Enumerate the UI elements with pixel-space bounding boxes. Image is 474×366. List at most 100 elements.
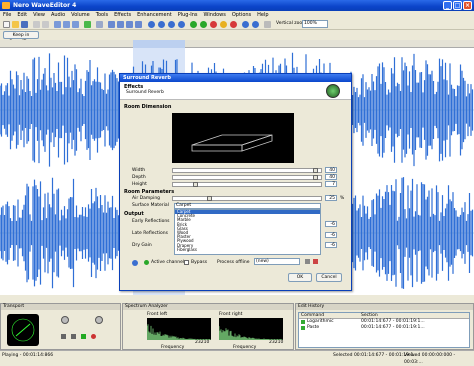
height-slider[interactable] — [172, 182, 322, 187]
menu-windows[interactable]: Windows — [201, 11, 229, 19]
settings-icon[interactable] — [264, 21, 271, 28]
zoom-out-icon[interactable] — [117, 21, 124, 28]
transport-rewind-icon[interactable] — [61, 334, 66, 339]
surround-reverb-dialog: Surround Reverb Effects Surround Reverb … — [119, 73, 352, 291]
new-file-icon[interactable] — [3, 21, 10, 28]
open-folder-icon[interactable] — [12, 21, 19, 28]
stop-icon[interactable] — [210, 21, 217, 28]
ok-button[interactable]: OK — [288, 273, 312, 282]
end-icon[interactable] — [178, 21, 185, 28]
back-icon[interactable] — [158, 21, 165, 28]
height-value[interactable]: 7 — [325, 181, 337, 187]
transport-play-icon[interactable] — [81, 334, 86, 339]
undo-icon[interactable] — [33, 21, 40, 28]
dry-gain-value[interactable]: -6 — [325, 242, 337, 248]
bypass-checkbox[interactable] — [184, 260, 189, 265]
app-icon — [2, 2, 10, 9]
depth-slider[interactable] — [172, 175, 322, 180]
zoom-all-icon[interactable] — [135, 21, 142, 28]
menu-tools[interactable]: Tools — [93, 11, 111, 19]
help-icon[interactable] — [132, 260, 138, 266]
record-icon[interactable] — [230, 21, 237, 28]
front-left-label: Front left — [147, 312, 168, 317]
early-reflections-value[interactable]: -6 — [325, 221, 337, 227]
reverb-logo-icon — [326, 84, 340, 98]
menu-edit[interactable]: Edit — [14, 11, 30, 19]
transport-panel: Transport — [0, 303, 121, 350]
pause-icon[interactable] — [220, 21, 227, 28]
late-reflections-label: Late Reflections — [132, 231, 168, 236]
table-row[interactable]: Paste 00:01:14:677 - 00:01:19:1... — [299, 325, 469, 331]
menu-enhancement[interactable]: Enhancement — [134, 11, 175, 19]
menu-help[interactable]: Help — [254, 11, 271, 19]
menu-audio[interactable]: Audio — [48, 11, 68, 19]
width-slider-thumb[interactable] — [313, 168, 318, 173]
depth-slider-thumb[interactable] — [313, 175, 318, 180]
spectrum-title: Spectrum Analyzer — [123, 304, 293, 310]
dialog-header: Effects Surround Reverb — [120, 82, 351, 100]
window-title: Nero WaveEditor 4 — [13, 2, 77, 9]
forward-icon[interactable] — [168, 21, 175, 28]
menu-volume[interactable]: Volume — [68, 11, 93, 19]
preset-select[interactable]: (new) — [254, 258, 300, 265]
width-slider[interactable] — [172, 168, 322, 173]
menu-options[interactable]: Options — [229, 11, 254, 19]
play-selection-icon[interactable] — [200, 21, 207, 28]
menu-effects[interactable]: Effects — [111, 11, 134, 19]
keep-in-soundtrax-button[interactable]: Keep in SoundTrax — [3, 31, 39, 45]
col-command: Command — [301, 313, 325, 318]
width-label: Width — [132, 168, 146, 173]
spectrum-right-display — [218, 318, 283, 340]
rewind-icon[interactable] — [148, 21, 155, 28]
menu-file[interactable]: File — [0, 11, 14, 19]
transport-stop-icon[interactable] — [71, 334, 76, 339]
paste-icon[interactable] — [72, 21, 79, 28]
play-icon[interactable] — [190, 21, 197, 28]
save-icon[interactable] — [21, 21, 28, 28]
effects-subtitle: Surround Reverb — [126, 90, 164, 95]
list-item[interactable]: Fiberglass — [175, 247, 320, 252]
air-damping-value[interactable]: 25 — [325, 195, 337, 201]
edit-history-panel: Edit History Command Section Logarithmic… — [295, 303, 474, 350]
cut-icon[interactable] — [54, 21, 61, 28]
maximize-button[interactable]: □ — [453, 1, 462, 10]
menu-plugins[interactable]: Plug-Ins — [175, 11, 201, 19]
close-button[interactable]: × — [463, 1, 472, 10]
vertical-zoom-select[interactable]: 100% — [302, 20, 328, 28]
process-offline-label: Process offline — [217, 260, 250, 265]
save-preset-icon[interactable] — [305, 259, 310, 264]
loop-icon[interactable] — [242, 21, 249, 28]
jog-display[interactable] — [7, 314, 39, 346]
surface-material-list[interactable]: Carpet Concrete Marble Brick Glass Wood … — [174, 209, 321, 255]
minimize-button[interactable]: _ — [443, 1, 452, 10]
history-section: 00:01:14:677 - 00:01:19:1... — [361, 325, 425, 330]
balance-knob-icon[interactable] — [95, 316, 103, 324]
surface-material-label: Surface Material — [132, 203, 169, 208]
mix-icon[interactable] — [84, 21, 91, 28]
height-label: Height — [132, 182, 147, 187]
front-right-label: Front right — [219, 312, 243, 317]
selection-range — [133, 40, 185, 48]
transport-title: Transport — [1, 304, 120, 310]
air-damping-slider[interactable] — [172, 196, 322, 201]
zoom-in-icon[interactable] — [108, 21, 115, 28]
status-bar: Playing - 00:01:14:866 Selected 00:01:14… — [0, 350, 474, 365]
depth-value[interactable]: 40 — [325, 174, 337, 180]
transport-record-icon[interactable] — [91, 334, 96, 339]
height-slider-thumb[interactable] — [193, 182, 198, 187]
timeline-ruler[interactable] — [0, 40, 474, 48]
trim-icon[interactable] — [96, 21, 103, 28]
active-channels-icon[interactable] — [144, 260, 149, 265]
late-reflections-value[interactable]: -6 — [325, 232, 337, 238]
redo-icon[interactable] — [42, 21, 49, 28]
volume-knob-icon[interactable] — [61, 316, 69, 324]
copy-icon[interactable] — [63, 21, 70, 28]
main-toolbar: Vertical zoom: 100% — [0, 19, 474, 30]
menu-view[interactable]: View — [30, 11, 48, 19]
air-damping-thumb[interactable] — [207, 196, 212, 201]
cancel-button[interactable]: Cancel — [316, 273, 342, 282]
zoom-selection-icon[interactable] — [126, 21, 133, 28]
width-value[interactable]: 40 — [325, 167, 337, 173]
delete-preset-icon[interactable] — [313, 259, 318, 264]
marker-icon[interactable] — [252, 21, 259, 28]
